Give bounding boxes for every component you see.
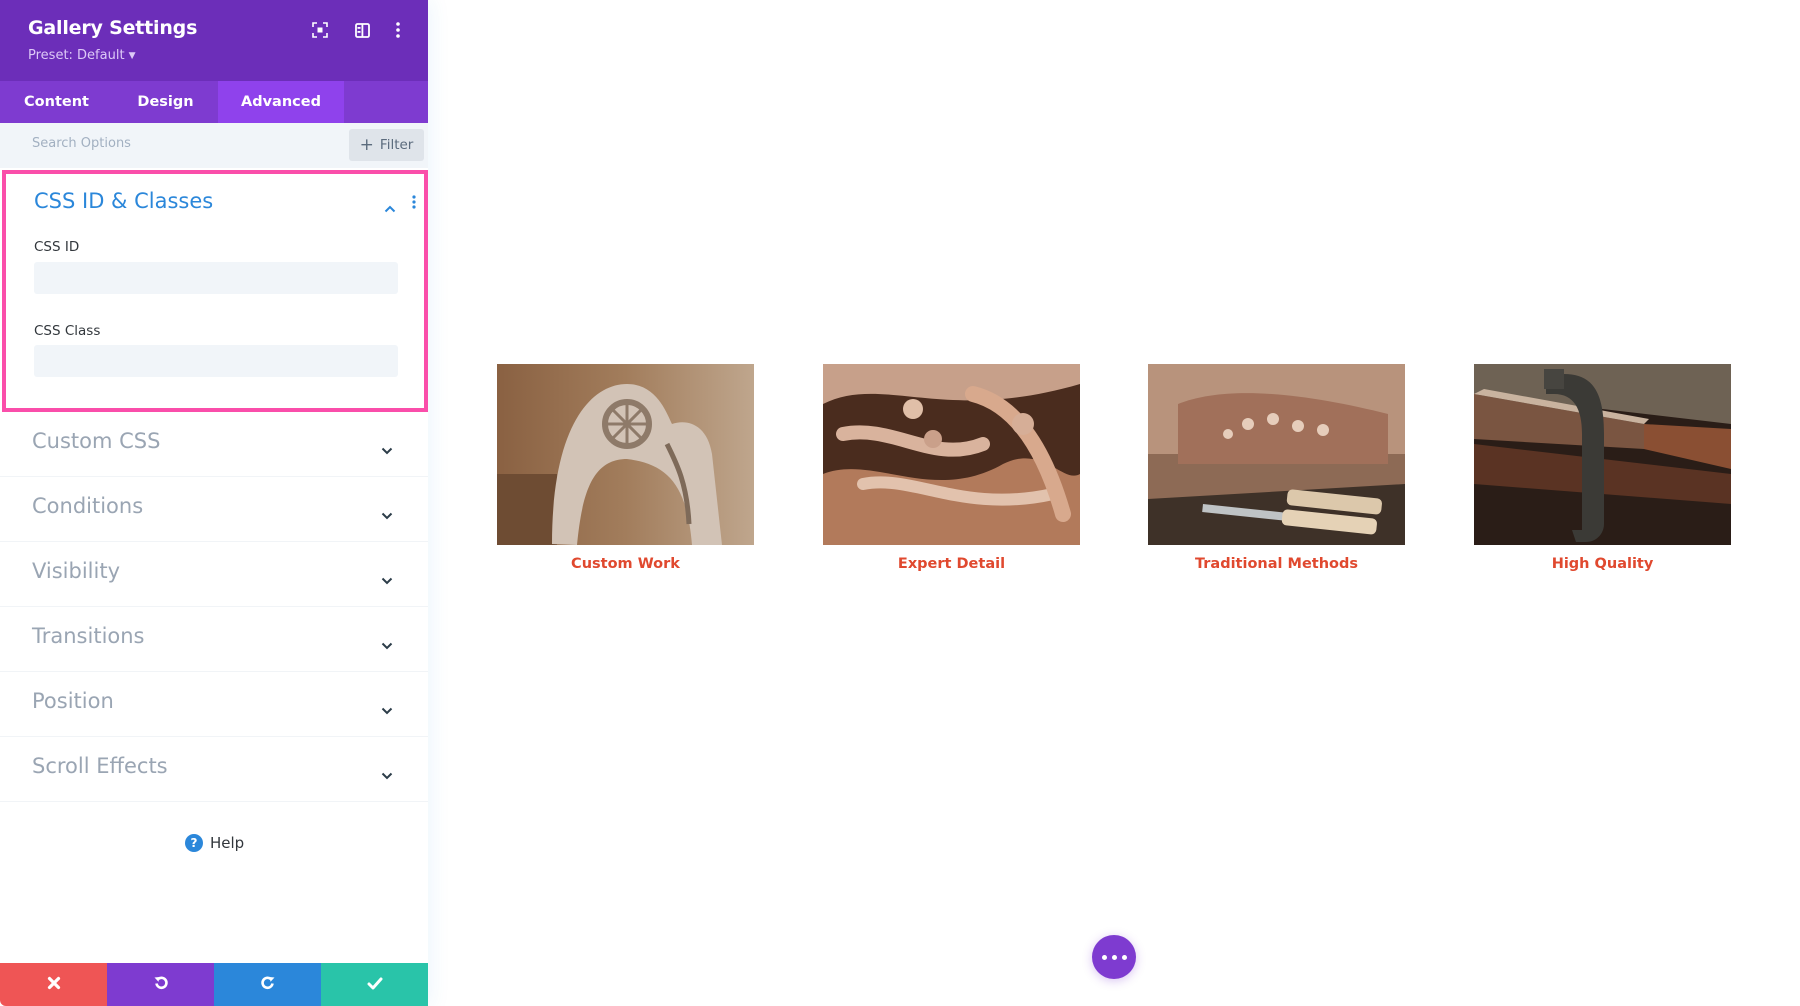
- toggle-label: Transitions: [32, 624, 145, 648]
- save-button[interactable]: [321, 963, 428, 1006]
- css-class-input[interactable]: [34, 345, 398, 377]
- preset-dropdown[interactable]: Preset: Default ▼: [28, 48, 135, 63]
- more-dots-icon-dot: [1121, 954, 1127, 960]
- chevron-down-icon: [381, 700, 393, 719]
- toggle-position[interactable]: Position: [0, 672, 428, 737]
- tab-advanced[interactable]: Advanced: [218, 81, 344, 123]
- css-id-label: CSS ID: [34, 239, 80, 255]
- gallery-item: Custom Work: [497, 364, 754, 572]
- toggle-label: Position: [32, 689, 114, 713]
- chevron-up-icon[interactable]: [384, 198, 396, 217]
- panel-title: Gallery Settings: [28, 17, 198, 39]
- toggle-title[interactable]: CSS ID & Classes: [34, 189, 213, 213]
- chevron-down-icon: [381, 570, 393, 589]
- tab-design[interactable]: Design: [113, 81, 218, 123]
- chevron-down-icon: [381, 505, 393, 524]
- chevron-down-icon: [381, 765, 393, 784]
- gallery-item: Expert Detail: [823, 364, 1080, 572]
- tab-content[interactable]: Content: [0, 81, 113, 123]
- search-row: + Filter: [0, 123, 428, 168]
- split-view-icon[interactable]: [352, 20, 372, 40]
- redo-button[interactable]: [214, 963, 321, 1006]
- css-class-label: CSS Class: [34, 323, 101, 339]
- gallery-image-custom-work[interactable]: [497, 364, 754, 545]
- css-id-input[interactable]: [34, 262, 398, 294]
- cancel-button[interactable]: [0, 963, 107, 1006]
- gallery-caption: High Quality: [1551, 556, 1654, 572]
- page-settings-fab[interactable]: [1092, 935, 1136, 979]
- settings-panel: Gallery Settings Preset: Default ▼ Conten…: [0, 0, 428, 1006]
- close-icon: [47, 975, 61, 994]
- undo-icon: [153, 975, 169, 995]
- toggle-transitions[interactable]: Transitions: [0, 607, 428, 672]
- gallery-image-high-quality[interactable]: [1474, 364, 1731, 545]
- plus-icon: +: [359, 134, 374, 155]
- panel-header: Gallery Settings Preset: Default ▼: [0, 0, 428, 81]
- search-options-input[interactable]: [32, 136, 332, 151]
- help-link[interactable]: ? Help: [185, 834, 244, 852]
- toggle-label: Visibility: [32, 559, 121, 583]
- gallery-item: High Quality: [1474, 364, 1731, 572]
- check-icon: [367, 975, 383, 994]
- toggle-more-icon[interactable]: [412, 194, 416, 213]
- more-dots-icon: [1101, 954, 1107, 960]
- gallery-image-expert-detail[interactable]: [823, 364, 1080, 545]
- preset-label: Preset: Default: [28, 48, 125, 63]
- gallery-image-traditional-methods[interactable]: [1148, 364, 1405, 545]
- help-question-icon: ?: [185, 834, 203, 852]
- caret-down-icon: ▼: [128, 51, 136, 61]
- toggle-label: Custom CSS: [32, 429, 161, 453]
- toggle-label: Scroll Effects: [32, 754, 168, 778]
- toggle-label: Conditions: [32, 494, 144, 518]
- toggle-conditions[interactable]: Conditions: [0, 477, 428, 542]
- more-dots-icon-dot: [1111, 954, 1117, 960]
- toggle-scroll-effects[interactable]: Scroll Effects: [0, 737, 428, 802]
- toggle-custom-css[interactable]: Custom CSS: [0, 412, 428, 477]
- action-bar: [0, 963, 428, 1006]
- focus-mode-icon[interactable]: [310, 20, 330, 40]
- more-options-icon[interactable]: [388, 20, 408, 40]
- gallery-item: Traditional Methods: [1148, 364, 1405, 572]
- filter-button[interactable]: + Filter: [349, 129, 424, 161]
- chevron-down-icon: [381, 440, 393, 459]
- gallery-caption: Custom Work: [571, 556, 680, 572]
- toggle-visibility[interactable]: Visibility: [0, 542, 428, 607]
- panel-tabs: Content Design Advanced: [0, 81, 428, 123]
- redo-icon: [260, 975, 276, 995]
- toggle-css-id-classes: CSS ID & Classes CSS ID CSS Class: [2, 170, 428, 412]
- page-canvas: Gallery Settings Preset: Default ▼ Conten…: [0, 0, 1800, 1006]
- gallery-caption: Expert Detail: [897, 556, 1006, 572]
- gallery-caption: Traditional Methods: [1194, 556, 1359, 572]
- help-label: Help: [210, 834, 245, 852]
- chevron-down-icon: [381, 635, 393, 654]
- undo-button[interactable]: [107, 963, 214, 1006]
- filter-label: Filter: [379, 137, 414, 153]
